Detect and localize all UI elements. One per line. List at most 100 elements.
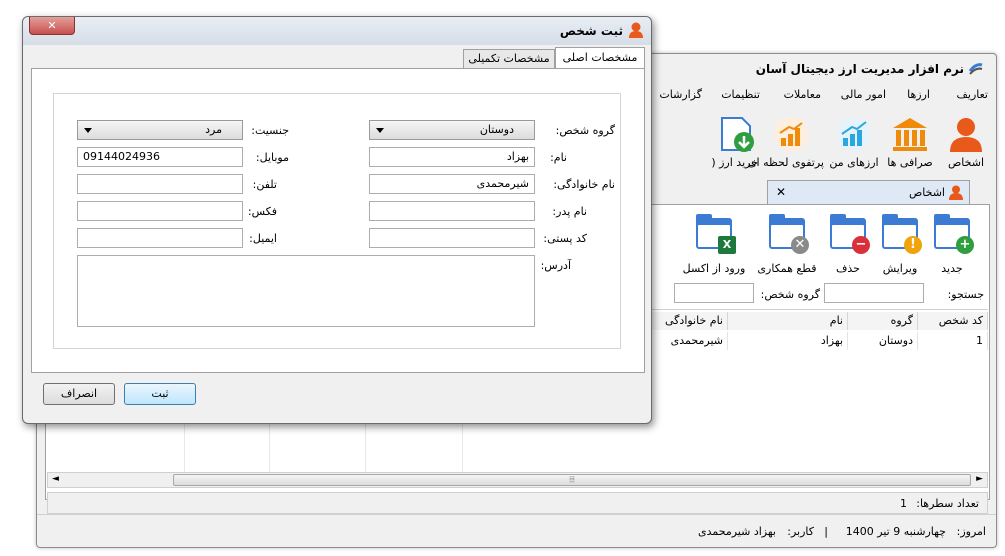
folder-add-icon: +	[932, 214, 974, 258]
toolbar-portfolio[interactable]: پرتفوی لحظه ای	[748, 116, 824, 174]
grid-header-name[interactable]: نام	[728, 312, 848, 330]
bank-icon	[891, 116, 929, 152]
father-name-field[interactable]	[369, 201, 535, 221]
download-icon	[718, 116, 756, 152]
chevron-down-icon	[84, 128, 92, 133]
menu-item-definitions[interactable]: تعاریف	[957, 88, 988, 101]
mobile-label: موبایل:	[255, 151, 289, 164]
horizontal-scrollbar[interactable]: ◄ ⦙⦙⦙ ►	[47, 472, 988, 488]
grid-cell-name: بهزاد	[728, 332, 848, 350]
last-name-label: نام خانوادگی:	[553, 178, 615, 191]
row-count-label: تعداد سطرها:	[916, 497, 979, 510]
first-name-field[interactable]: بهزاد	[369, 147, 535, 167]
email-label: ایمیل:	[249, 232, 277, 245]
status-separator: |	[824, 525, 828, 538]
address-field[interactable]	[77, 255, 535, 327]
first-name-label: نام:	[550, 151, 567, 164]
toolbar-my-currencies-label: ارزهای من	[829, 156, 879, 169]
phone-field[interactable]	[77, 174, 243, 194]
dialog-title: ثبت شخص	[559, 24, 623, 38]
folder-excel-icon: X	[694, 214, 736, 258]
fax-field[interactable]	[77, 201, 243, 221]
toolbar-buy-currency[interactable]: خرید ارز (2	[712, 116, 758, 174]
scrollbar-thumb[interactable]: ⦙⦙⦙	[173, 474, 971, 486]
submit-button[interactable]: ثبت	[124, 383, 196, 405]
close-icon: ✕	[47, 19, 57, 32]
status-today-label: امروز:	[956, 525, 986, 538]
search-input[interactable]	[824, 283, 924, 303]
group-filter-input[interactable]	[674, 283, 754, 303]
gender-label: جنسیت:	[251, 124, 289, 137]
folder-remove-icon: −	[828, 214, 870, 258]
menu-item-currencies[interactable]: ارزها	[907, 88, 930, 101]
chart-bar-icon	[772, 116, 810, 152]
tab-main-info[interactable]: مشخصات اصلی	[555, 47, 645, 69]
postal-code-field[interactable]	[369, 228, 535, 248]
action-edit[interactable]: ! ویرایش	[874, 214, 926, 275]
search-label: جستجو:	[947, 288, 984, 301]
toolbar-persons-label: اشخاص	[947, 156, 985, 169]
group-select[interactable]: دوستان	[369, 120, 535, 140]
gender-select-value: مرد	[205, 123, 222, 136]
toolbar-exchanges[interactable]: صرافی ها	[882, 116, 938, 174]
menu-item-trades[interactable]: معاملات	[784, 88, 821, 101]
scroll-right-icon[interactable]: ►	[976, 474, 983, 484]
table-row[interactable]: 1 دوستان بهزاد شیرمحمدی	[608, 332, 988, 350]
chevron-down-icon	[376, 128, 384, 133]
tab-close-icon[interactable]: ✕	[776, 185, 786, 199]
menu-item-settings[interactable]: تنظیمات	[721, 88, 760, 101]
tab-main-info-label: مشخصات اصلی	[562, 51, 638, 64]
gender-select[interactable]: مرد	[77, 120, 243, 140]
status-user-value: بهزاد شیرمحمدی	[698, 525, 776, 538]
main-app-icon	[968, 61, 984, 75]
tab-persons[interactable]: اشخاص ✕	[767, 180, 970, 204]
toolbar-my-currencies[interactable]: ارزهای من	[826, 116, 882, 174]
main-title: نرم افزار مدیریت ارز دیجیتال آسان	[755, 62, 964, 76]
folder-cancel-icon: ✕	[767, 214, 809, 258]
status-today-value: چهارشنبه 9 تیر 1400	[845, 525, 946, 538]
email-field[interactable]	[77, 228, 243, 248]
tab-extra-info[interactable]: مشخصات تکمیلی	[463, 49, 555, 68]
person-icon	[947, 116, 985, 152]
folder-warning-icon: !	[880, 214, 922, 258]
action-end-cooperation[interactable]: ✕ قطع همکاری	[752, 214, 822, 275]
grid-cell-group: دوستان	[848, 332, 918, 350]
chart-up-icon	[835, 116, 873, 152]
register-person-dialog: ثبت شخص ✕ مشخصات اصلی مشخصات تکمیلی گروه…	[22, 16, 652, 424]
grid-header-group[interactable]: گروه	[848, 312, 918, 330]
dialog-person-icon	[629, 22, 643, 38]
action-delete-label: حذف	[836, 262, 860, 275]
status-bar: امروز: چهارشنبه 9 تیر 1400 | کاربر: بهزا…	[37, 514, 996, 548]
toolbar-buy-currency-label: خرید ارز (2	[712, 156, 758, 169]
toolbar-exchanges-label: صرافی ها	[887, 156, 933, 169]
status-user-label: کاربر:	[787, 525, 814, 538]
grid-cell-code: 1	[918, 332, 988, 350]
group-filter-label: گروه شخص:	[760, 288, 820, 301]
phone-label: تلفن:	[252, 178, 277, 191]
toolbar-persons[interactable]: اشخاص	[938, 116, 994, 174]
action-end-cooperation-label: قطع همکاری	[757, 262, 817, 275]
action-import-excel[interactable]: X ورود از اکسل	[676, 214, 752, 275]
tab-person-icon	[949, 185, 963, 200]
action-new-label: جدید	[941, 262, 963, 275]
scroll-left-icon[interactable]: ◄	[52, 474, 59, 484]
row-count-bar: تعداد سطرها: 1	[47, 492, 988, 514]
group-label: گروه شخص:	[555, 124, 615, 137]
father-name-label: نام پدر:	[552, 205, 587, 218]
action-delete[interactable]: − حذف	[822, 214, 874, 275]
menu-item-finance[interactable]: امور مالی	[841, 88, 886, 101]
action-edit-label: ویرایش	[882, 262, 918, 275]
cancel-button[interactable]: انصراف	[43, 383, 115, 405]
group-select-value: دوستان	[479, 123, 514, 136]
tab-extra-info-label: مشخصات تکمیلی	[468, 52, 550, 65]
fax-label: فکس:	[247, 205, 277, 218]
dialog-close-button[interactable]: ✕	[29, 17, 75, 35]
action-import-excel-label: ورود از اکسل	[682, 262, 746, 275]
grid-header-code[interactable]: کد شخص	[918, 312, 988, 330]
last-name-field[interactable]: شیرمحمدی	[369, 174, 535, 194]
menu-item-reports[interactable]: گزارشات	[659, 88, 702, 101]
action-new[interactable]: + جدید	[926, 214, 978, 275]
mobile-field[interactable]: 09144024936	[77, 147, 243, 167]
postal-code-label: کد پستی:	[543, 232, 587, 245]
address-label: آدرس:	[540, 259, 571, 272]
